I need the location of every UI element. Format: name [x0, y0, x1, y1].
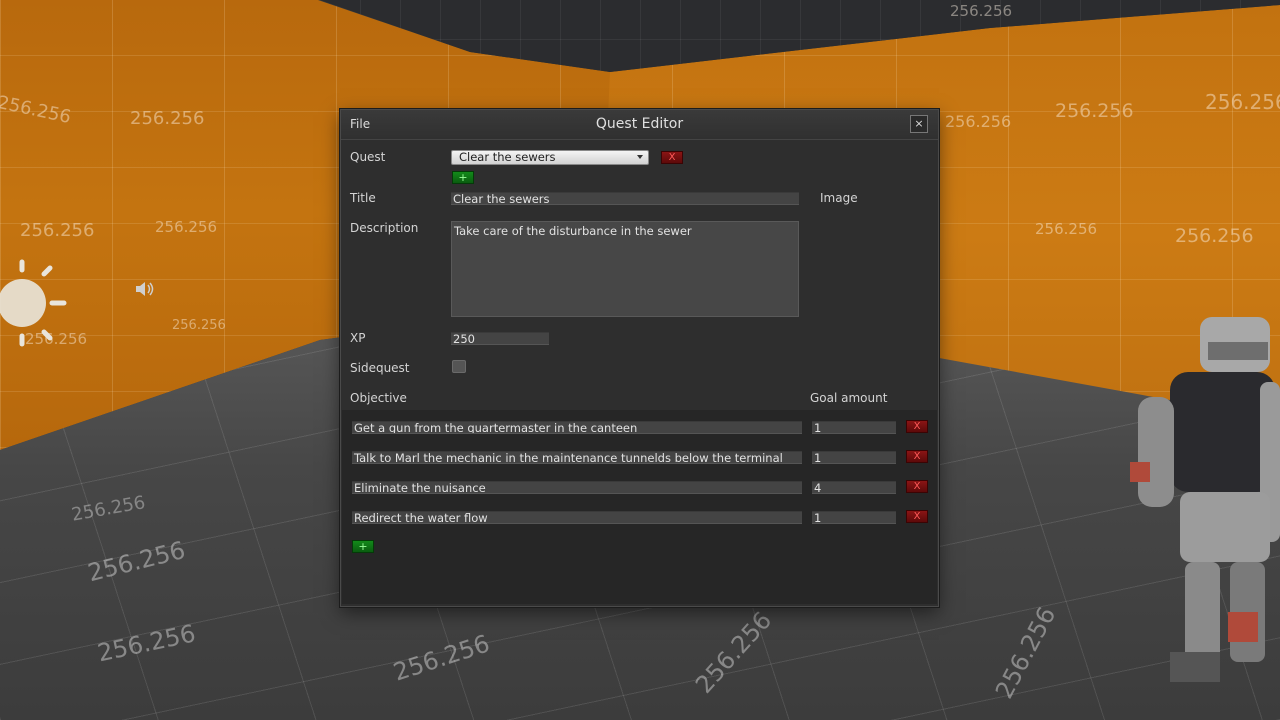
delete-objective-button[interactable]: X	[906, 510, 928, 523]
description-textarea[interactable]: Take care of the disturbance in the sewe…	[451, 221, 799, 317]
wall-texture-label: 256.256	[945, 112, 1012, 131]
quest-select-value: Clear the sewers	[459, 150, 556, 164]
wall-texture-label: 256.256	[1035, 220, 1098, 238]
delete-objective-button[interactable]: X	[906, 450, 928, 463]
xp-input[interactable]: 250	[451, 332, 549, 345]
wall-texture-label: 256.256	[1205, 90, 1280, 114]
delete-quest-button[interactable]: X	[661, 151, 683, 164]
window-title: Quest Editor	[595, 116, 684, 132]
wall-texture-label: 256.256	[20, 220, 95, 241]
delete-objective-button[interactable]: X	[906, 420, 928, 433]
image-label: Image	[820, 191, 858, 205]
wall-texture-label: 256.256	[172, 318, 226, 333]
goal-amount-input[interactable]: 1	[812, 511, 896, 524]
robot-character	[1130, 317, 1280, 682]
description-label: Description	[350, 221, 419, 235]
objective-input[interactable]: Eliminate the nuisance	[352, 481, 802, 494]
sidequest-label: Sidequest	[350, 361, 410, 375]
window-titlebar[interactable]: File Quest Editor ×	[341, 110, 938, 140]
sun-icon	[0, 259, 67, 347]
add-objective-button[interactable]: +	[352, 540, 374, 553]
objective-header: Objective	[350, 391, 407, 405]
quest-editor-window: File Quest Editor × Quest Clear the sewe…	[340, 109, 939, 607]
wall-texture-label: 256.256	[1175, 225, 1254, 247]
close-button[interactable]: ×	[910, 115, 928, 133]
title-label: Title	[350, 191, 376, 205]
goal-amount-header: Goal amount	[810, 391, 888, 405]
objective-input[interactable]: Get a gun from the quartermaster in the …	[352, 421, 802, 434]
chevron-down-icon	[637, 155, 643, 159]
speaker-icon	[136, 282, 154, 296]
objective-input[interactable]: Redirect the water flow	[352, 511, 802, 524]
goal-amount-input[interactable]: 4	[812, 481, 896, 494]
title-input[interactable]: Clear the sewers	[451, 192, 799, 205]
wall-texture-label: 256.256	[155, 218, 218, 236]
quest-label: Quest	[350, 150, 386, 164]
wall-texture-label: 256.256	[950, 2, 1013, 20]
xp-label: XP	[350, 331, 366, 345]
objectives-list: Get a gun from the quartermaster in the …	[342, 410, 937, 604]
delete-objective-button[interactable]: X	[906, 480, 928, 493]
wall-texture-label: 256.256	[1055, 100, 1134, 122]
objective-input[interactable]: Talk to Marl the mechanic in the mainten…	[352, 451, 802, 464]
wall-texture-label: 256.256	[130, 108, 205, 129]
goal-amount-input[interactable]: 1	[812, 421, 896, 434]
sidequest-checkbox[interactable]	[452, 360, 466, 373]
goal-amount-input[interactable]: 1	[812, 451, 896, 464]
quest-select[interactable]: Clear the sewers	[451, 150, 649, 165]
close-icon: ×	[914, 117, 924, 130]
add-quest-button[interactable]: +	[452, 171, 474, 184]
